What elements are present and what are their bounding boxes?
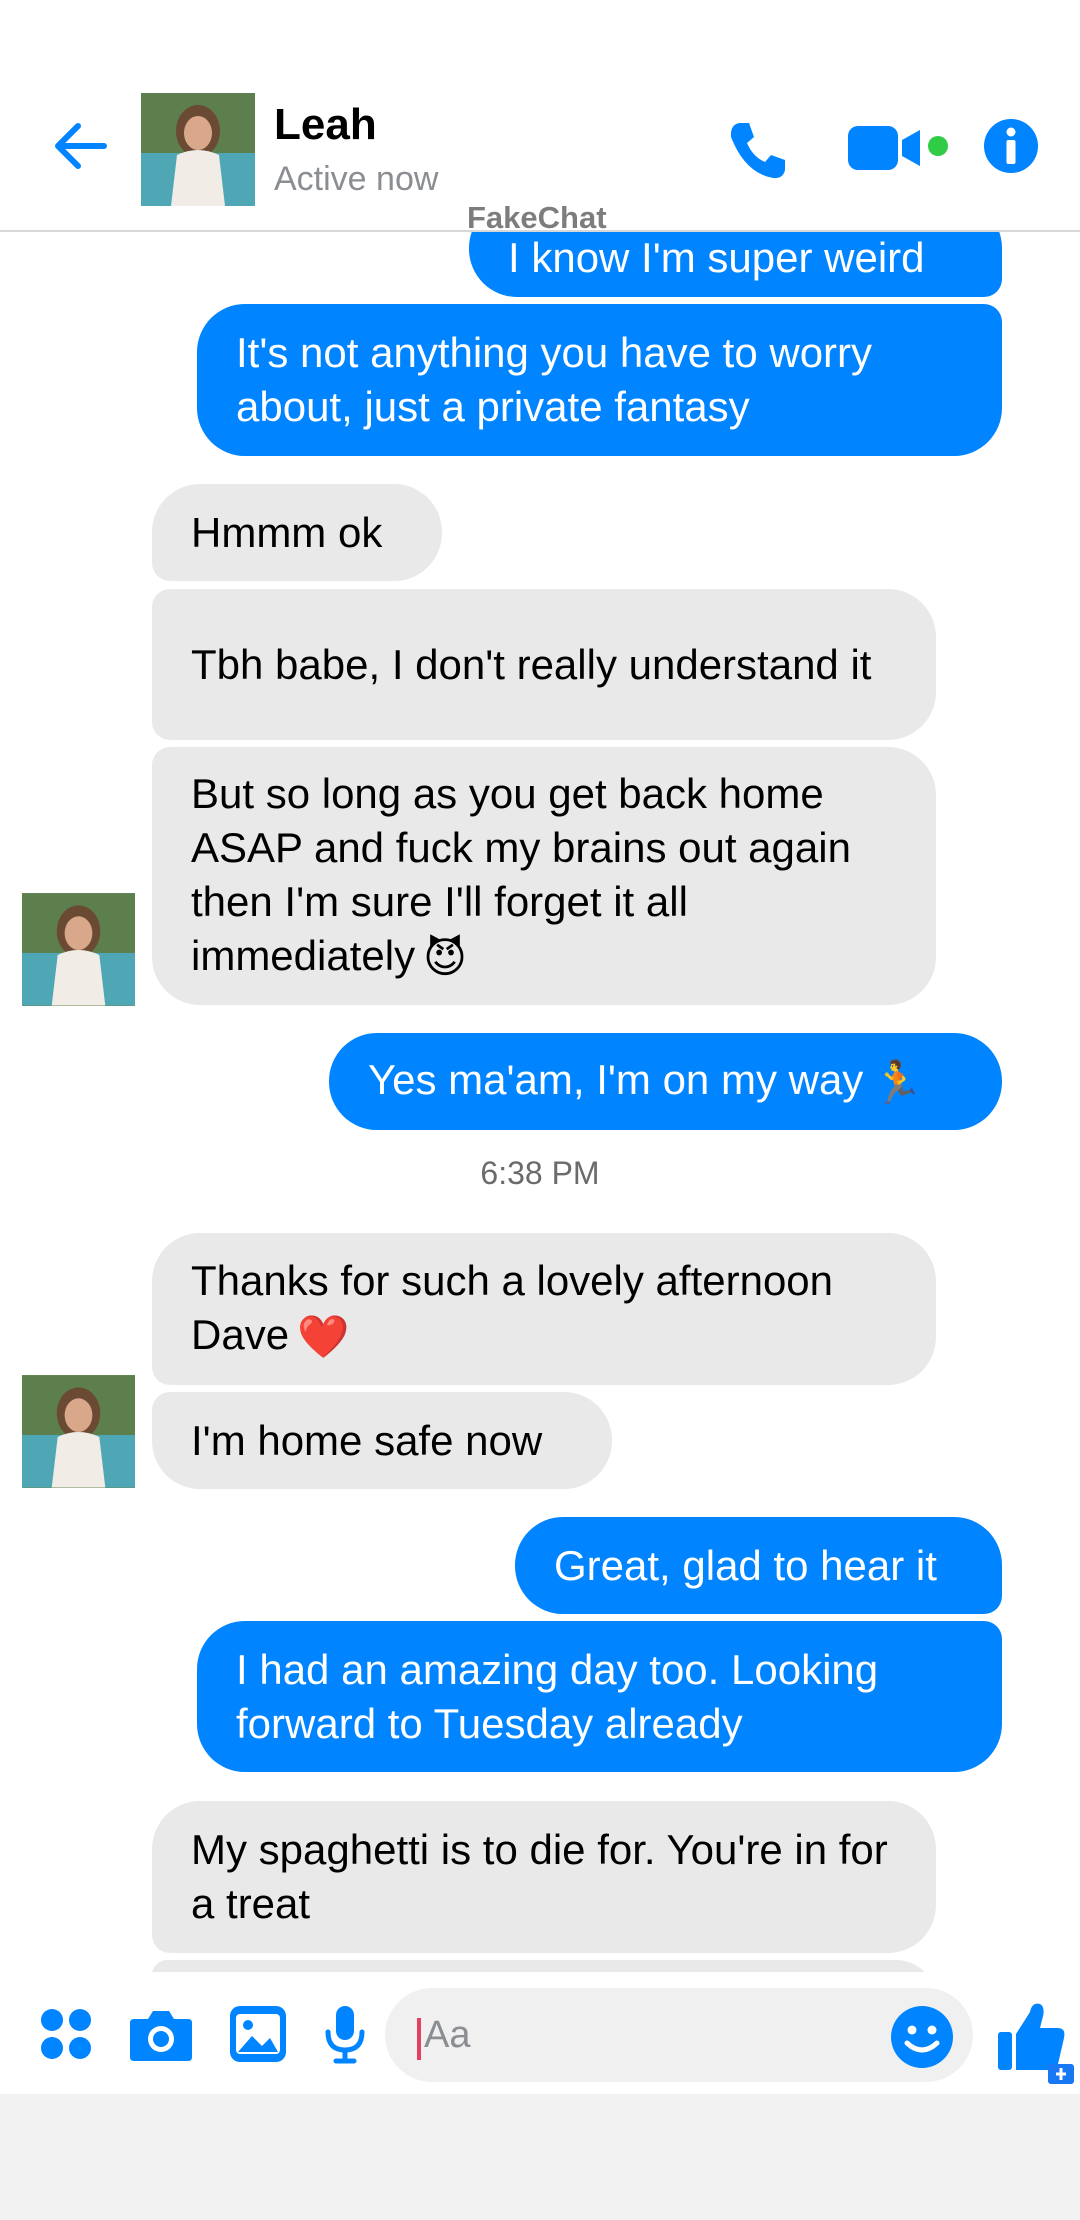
contact-avatar-small[interactable] <box>22 1375 135 1488</box>
message-text-with-emoji: But so long as you get back home ASAP an… <box>191 767 897 986</box>
apps-grid-icon[interactable] <box>40 2008 92 2060</box>
bottom-system-area <box>0 2094 1080 2220</box>
contact-avatar[interactable] <box>141 93 255 206</box>
message-bubble-incoming[interactable]: Tbh babe, I don't really understand it <box>152 589 936 740</box>
message-text: Yes ma'am, I'm on my way <box>368 1056 864 1104</box>
message-bubble-outgoing[interactable]: I had an amazing day too. Looking forwar… <box>197 1621 1002 1772</box>
message-text: Great, glad to hear it <box>554 1541 937 1589</box>
devil-emoji: 😈 <box>423 934 467 982</box>
message-text: It's not anything you have to worry abou… <box>236 329 873 430</box>
message-text: Tbh babe, I don't really understand it <box>191 640 872 688</box>
message-text-with-emoji: Thanks for such a lovely afternoon Dave ❤… <box>191 1254 897 1365</box>
camera-icon[interactable] <box>130 2007 192 2061</box>
message-text: I'm home safe now <box>191 1416 543 1464</box>
message-text: My spaghetti is to die for. You're in fo… <box>191 1826 888 1927</box>
text-cursor <box>417 2018 421 2060</box>
message-text: Thanks for such a lovely afternoon Dave <box>191 1256 834 1358</box>
emoji-icon[interactable] <box>890 2005 954 2069</box>
online-indicator <box>928 136 948 156</box>
message-text: I had an amazing day too. Looking forwar… <box>236 1645 879 1747</box>
chat-header: Leah Active now <box>0 0 1080 232</box>
video-camera-icon[interactable] <box>848 124 928 172</box>
runner-emoji: 🏃 <box>871 1058 924 1106</box>
message-bubble-incoming-partial[interactable] <box>152 1960 936 1972</box>
message-input-placeholder: Aa <box>424 2014 471 2056</box>
message-text-with-emoji: Yes ma'am, I'm on my way 🏃 <box>368 1053 924 1110</box>
message-bubble-incoming[interactable]: Hmmm ok <box>152 484 442 581</box>
message-input[interactable] <box>385 1988 973 2082</box>
contact-name[interactable]: Leah <box>274 100 377 150</box>
message-list[interactable]: I know I'm super weird It's not anything… <box>0 232 1080 1972</box>
active-status: Active now <box>274 160 439 198</box>
contact-avatar-small[interactable] <box>22 893 135 1006</box>
microphone-icon[interactable] <box>324 2004 366 2064</box>
back-arrow-icon[interactable] <box>50 116 110 176</box>
watermark-text: FakeChat <box>467 200 607 235</box>
message-bubble-outgoing[interactable]: It's not anything you have to worry abou… <box>197 304 1002 456</box>
message-text: But so long as you get back home ASAP an… <box>191 769 851 979</box>
message-bubble-incoming[interactable]: My spaghetti is to die for. You're in fo… <box>152 1801 936 1953</box>
info-icon[interactable] <box>983 118 1039 174</box>
gallery-icon[interactable] <box>230 2006 286 2062</box>
message-bubble-outgoing[interactable]: Great, glad to hear it <box>515 1517 1002 1614</box>
message-timestamp: 6:38 PM <box>480 1155 600 1191</box>
message-bubble-outgoing[interactable]: I know I'm super weird <box>469 232 1002 297</box>
message-bubble-incoming[interactable]: Thanks for such a lovely afternoon Dave ❤… <box>152 1233 936 1385</box>
phone-icon[interactable] <box>725 117 791 183</box>
thumbs-up-icon[interactable] <box>996 1998 1076 2086</box>
message-bubble-outgoing[interactable]: Yes ma'am, I'm on my way 🏃 <box>329 1033 1002 1130</box>
message-text: I know I'm super weird <box>508 234 925 281</box>
message-text: Hmmm ok <box>191 508 383 556</box>
message-bubble-incoming[interactable]: But so long as you get back home ASAP an… <box>152 747 936 1005</box>
heart-emoji: ❤️ <box>297 1313 350 1361</box>
message-bubble-incoming[interactable]: I'm home safe now <box>152 1392 612 1489</box>
